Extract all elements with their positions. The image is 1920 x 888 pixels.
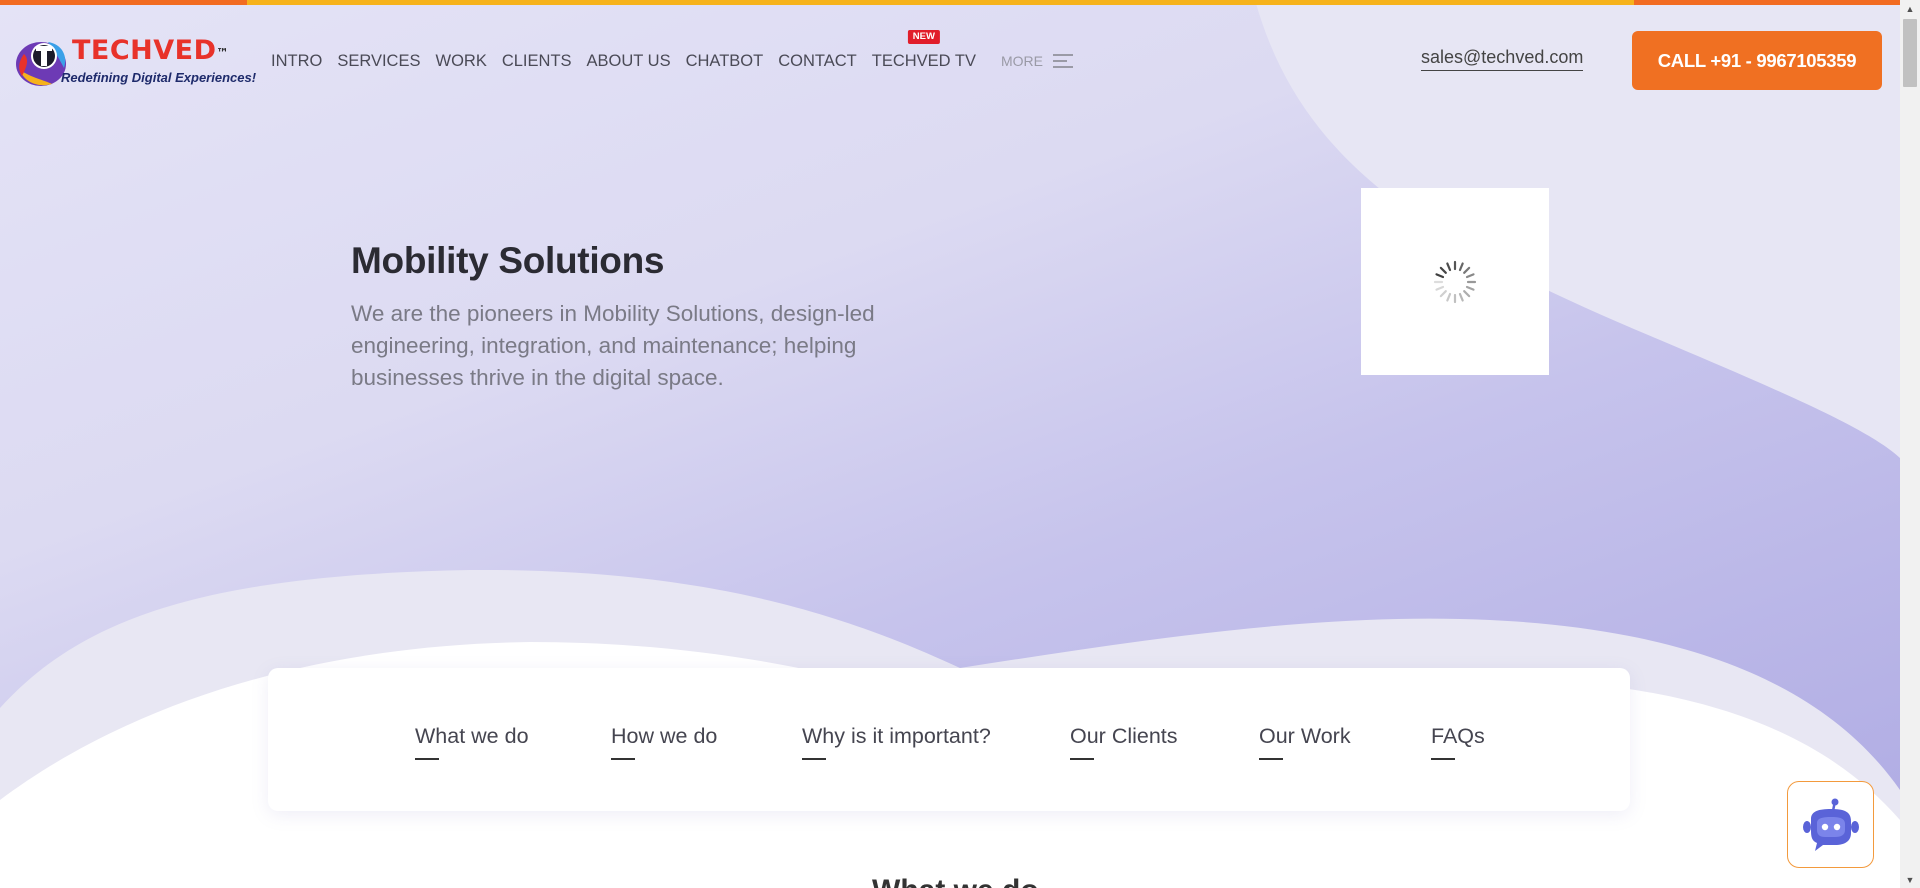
nav-item-intro[interactable]: INTRO — [271, 50, 322, 72]
page: TECHVED™ Redefining Digital Experiences!… — [0, 0, 1900, 888]
nav-item-work[interactable]: WORK — [436, 50, 487, 72]
call-button[interactable]: CALL +91 - 9967105359 — [1632, 31, 1882, 90]
site-header: TECHVED™ Redefining Digital Experiences!… — [0, 0, 1900, 120]
more-menu-label: MORE — [1000, 53, 1043, 69]
arrow-up-icon[interactable]: ▲ — [1900, 0, 1920, 17]
page-scrollbar[interactable]: ▲ ▼ — [1900, 0, 1920, 888]
chatbot-launcher[interactable] — [1787, 781, 1874, 868]
top-color-strip — [0, 0, 1900, 5]
tab-our-work[interactable]: Our Work — [1259, 724, 1351, 760]
hero-description: We are the pioneers in Mobility Solution… — [351, 301, 875, 390]
tab-faqs[interactable]: FAQs — [1431, 724, 1485, 760]
page-title: Mobility Solutions — [351, 240, 665, 281]
nav-item-clients[interactable]: CLIENTS — [502, 50, 572, 72]
section-heading-what-we-do: What we do — [872, 874, 1039, 888]
nav-item-techved-tv[interactable]: TECHVED TV NEW — [871, 30, 976, 72]
logo-tagline: Redefining Digital Experiences! — [61, 70, 257, 85]
tab-what-we-do[interactable]: What we do — [415, 724, 529, 760]
logo-wordmark: TECHVED™ — [72, 35, 230, 66]
nav-item-about-us[interactable]: ABOUT US — [587, 50, 671, 72]
techved-logo[interactable]: TECHVED™ Redefining Digital Experiences! — [14, 32, 256, 92]
nav-item-contact[interactable]: CONTACT — [778, 50, 857, 72]
section-tabs-card: What we do How we do Why is it important… — [268, 668, 1630, 811]
more-menu-button[interactable]: MORE — [1001, 53, 1073, 69]
sales-email-link[interactable]: sales@techved.com — [1421, 47, 1584, 71]
scrollbar-thumb[interactable] — [1903, 19, 1917, 87]
hero-media-placeholder — [1361, 188, 1549, 375]
spinner-icon — [1433, 260, 1477, 303]
arrow-down-icon[interactable]: ▼ — [1900, 871, 1920, 888]
tab-why-is-it-important[interactable]: Why is it important? — [802, 724, 991, 760]
nav-item-services[interactable]: SERVICES — [337, 50, 420, 72]
main-nav: INTRO SERVICES WORK CLIENTS ABOUT US CHA… — [271, 30, 1073, 72]
chatbot-robot-icon — [1802, 798, 1859, 851]
new-badge: NEW — [907, 30, 940, 44]
tab-how-we-do[interactable]: How we do — [611, 724, 717, 760]
tab-our-clients[interactable]: Our Clients — [1070, 724, 1178, 760]
nav-item-techved-tv-label: TECHVED TV — [871, 52, 976, 70]
nav-item-chatbot[interactable]: CHATBOT — [686, 50, 764, 72]
hamburger-icon — [1052, 54, 1073, 68]
